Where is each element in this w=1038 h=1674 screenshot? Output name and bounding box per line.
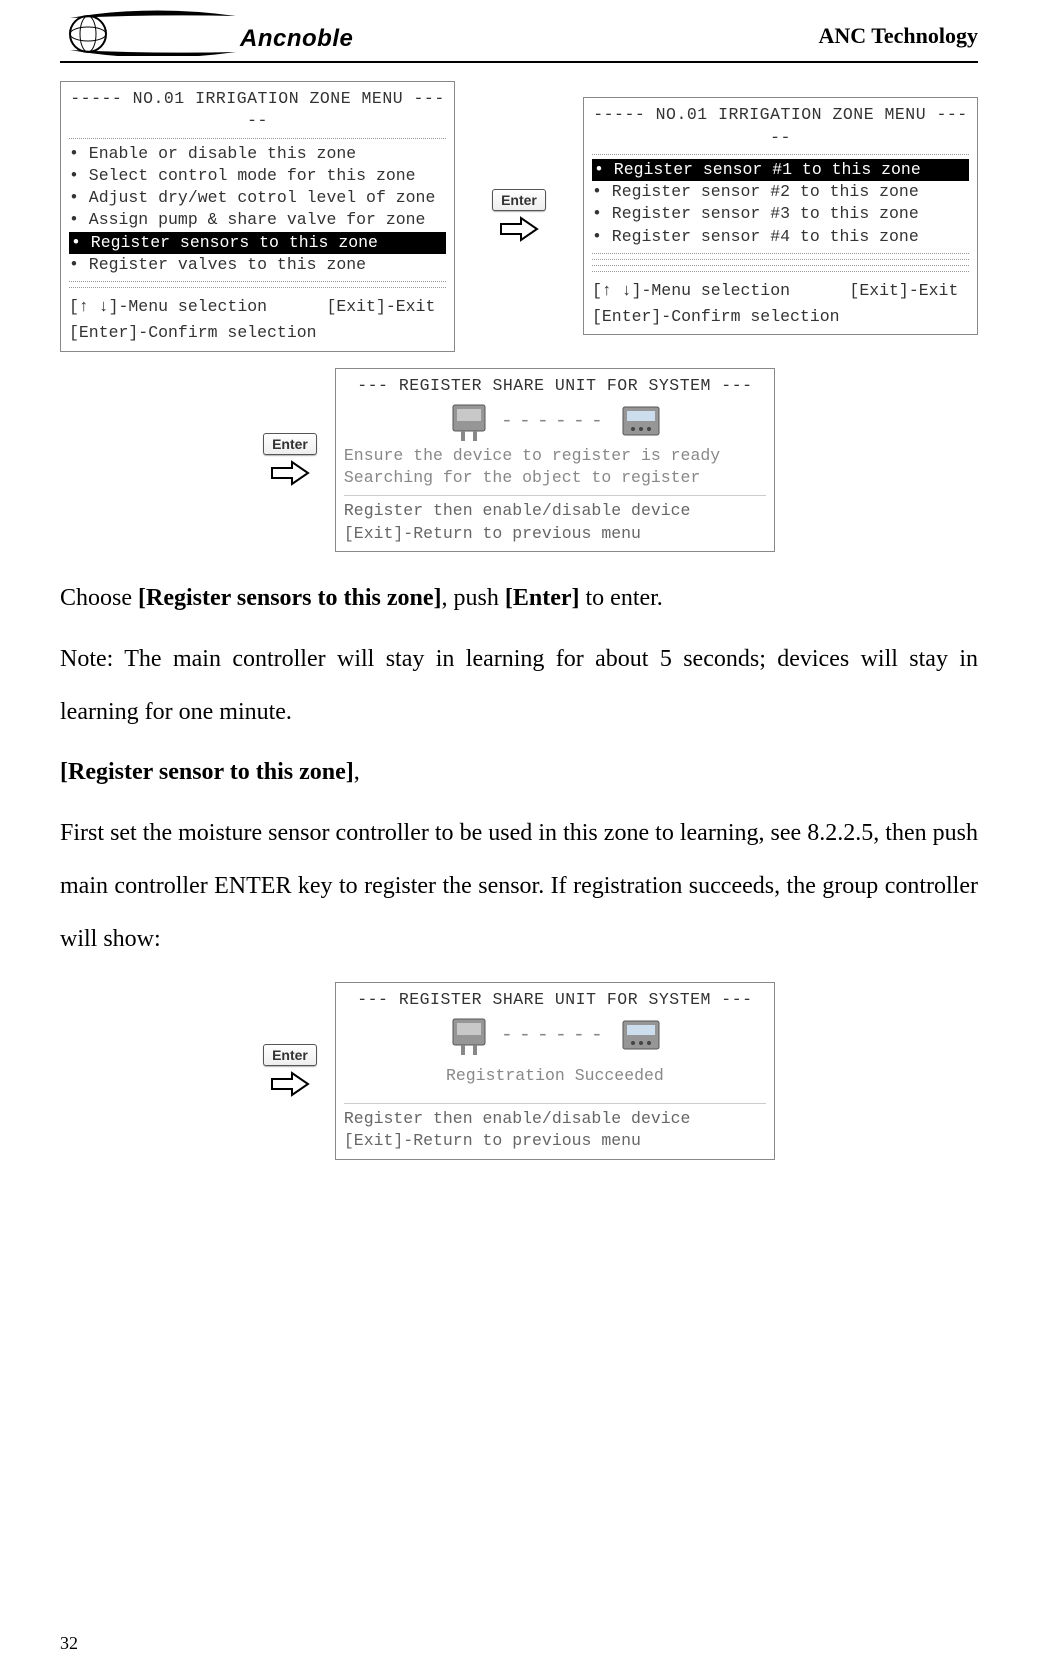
menu-item: • Register valves to this zone: [69, 255, 366, 274]
lcd-footer: Register then enable/disable device: [344, 1108, 766, 1130]
lcd-footer: [Exit]-Return to previous menu: [344, 523, 766, 545]
paragraph: Choose [Register sensors to this zone], …: [60, 572, 978, 625]
lcd-footer: [↑ ↓]-Menu selection [Exit]-Exit: [69, 292, 446, 318]
paragraph: First set the moisture sensor controller…: [60, 807, 978, 965]
enter-key-icon: Enter: [263, 433, 317, 455]
lcd-title: ----- NO.01 IRRIGATION ZONE MENU -----: [592, 104, 969, 149]
controller-device-icon: [619, 1015, 663, 1057]
progress-dashes: ------: [501, 1022, 609, 1049]
menu-item-selected: • Register sensors to this zone: [69, 232, 446, 254]
lcd-screen-success: --- REGISTER SHARE UNIT FOR SYSTEM --- -…: [335, 982, 775, 1160]
enter-then-arrow: Enter: [492, 189, 546, 243]
logo-swoosh-icon: [60, 10, 240, 56]
lcd-screen-right: ----- NO.01 IRRIGATION ZONE MENU ----- •…: [583, 97, 978, 335]
arrow-right-icon: [270, 1070, 310, 1098]
lcd-footer: Register then enable/disable device: [344, 500, 766, 522]
menu-item: • Enable or disable this zone: [69, 144, 356, 163]
lcd-title: ----- NO.01 IRRIGATION ZONE MENU -----: [69, 88, 446, 133]
progress-dashes: ------: [501, 408, 609, 435]
menu-item: • Register sensor #2 to this zone: [592, 182, 919, 201]
lcd-title: --- REGISTER SHARE UNIT FOR SYSTEM ---: [344, 989, 766, 1011]
menu-item-selected: • Register sensor #1 to this zone: [592, 159, 969, 181]
screens-row-2: Enter --- REGISTER SHARE UNIT FOR SYSTEM…: [60, 368, 978, 552]
page-header: Ancnoble ANC Technology: [60, 10, 978, 63]
lcd-footer: [↑ ↓]-Menu selection [Exit]-Exit: [592, 276, 969, 302]
brand-logo: Ancnoble: [60, 10, 353, 61]
menu-item: • Register sensor #3 to this zone: [592, 204, 919, 223]
paragraph: [Register sensor to this zone],: [60, 746, 978, 799]
sensor-device-icon: [447, 401, 491, 443]
arrow-right-icon: [270, 459, 310, 487]
bold-text: [Register sensors to this zone]: [138, 585, 442, 611]
enter-then-arrow: Enter: [263, 1044, 317, 1098]
menu-item: • Select control mode for this zone: [69, 166, 416, 185]
manual-page: Ancnoble ANC Technology ----- NO.01 IRRI…: [0, 0, 1038, 1674]
controller-device-icon: [619, 401, 663, 443]
lcd-footer: [Exit]-Return to previous menu: [344, 1130, 766, 1152]
brand-text: Ancnoble: [240, 25, 353, 53]
lcd-status-line: Searching for the object to register: [344, 467, 766, 489]
lcd-footer: [Enter]-Confirm selection: [592, 302, 969, 328]
enter-then-arrow: Enter: [263, 433, 317, 487]
bold-text: [Enter]: [505, 585, 580, 611]
page-number: 32: [60, 1633, 78, 1654]
enter-key-icon: Enter: [492, 189, 546, 211]
lcd-title: --- REGISTER SHARE UNIT FOR SYSTEM ---: [344, 375, 766, 397]
bold-text: [Register sensor to this zone]: [60, 759, 354, 785]
lcd-status-line: Ensure the device to register is ready: [344, 445, 766, 467]
lcd-screen-register: --- REGISTER SHARE UNIT FOR SYSTEM --- -…: [335, 368, 775, 552]
lcd-status-line: Registration Succeeded: [344, 1059, 766, 1097]
paragraph: Note: The main controller will stay in l…: [60, 633, 978, 739]
menu-item: • Register sensor #4 to this zone: [592, 227, 919, 246]
sensor-device-icon: [447, 1015, 491, 1057]
lcd-screen-left: ----- NO.01 IRRIGATION ZONE MENU ----- •…: [60, 81, 455, 352]
body-text: Choose [Register sensors to this zone], …: [60, 572, 978, 966]
lcd-footer: [Enter]-Confirm selection: [69, 318, 446, 344]
arrow-right-icon: [499, 215, 539, 243]
screens-row-1: ----- NO.01 IRRIGATION ZONE MENU ----- •…: [60, 81, 978, 352]
menu-item: • Assign pump & share valve for zone: [69, 210, 425, 229]
enter-key-icon: Enter: [263, 1044, 317, 1066]
menu-item: • Adjust dry/wet cotrol level of zone: [69, 188, 435, 207]
header-title: ANC Technology: [818, 23, 978, 49]
screens-row-3: Enter --- REGISTER SHARE UNIT FOR SYSTEM…: [60, 982, 978, 1160]
